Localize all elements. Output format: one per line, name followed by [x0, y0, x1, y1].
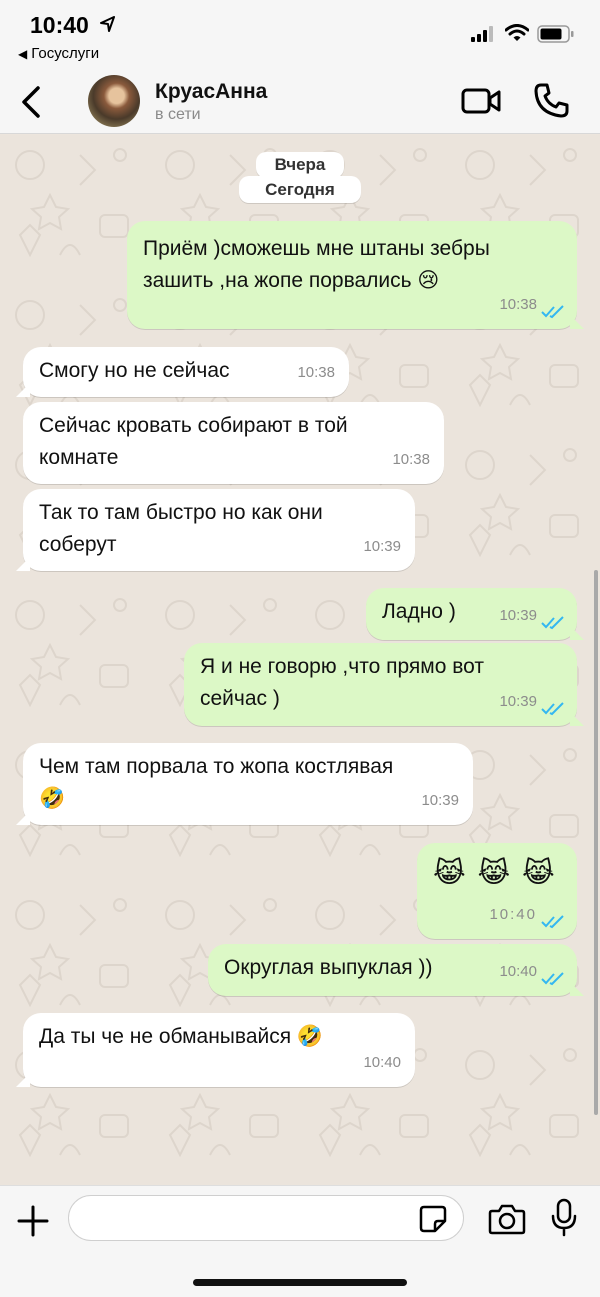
input-bar: [0, 1185, 600, 1297]
message-time: 10:38: [499, 296, 537, 313]
message-text: 🤣: [39, 787, 66, 810]
message-incoming[interactable]: Сейчас кровать собирают в той комнате 10…: [23, 402, 444, 484]
signal-icon: [471, 26, 493, 42]
message-outgoing[interactable]: Приём )сможешь мне штаны зебры зашить ,н…: [127, 221, 584, 329]
message-text: комнате: [39, 446, 119, 469]
double-check-icon: [541, 702, 564, 716]
date-label-today: Сегодня: [239, 176, 361, 203]
message-incoming[interactable]: Да ты че не обманывайся 🤣 10:40: [16, 1013, 415, 1087]
chat-scrollbar[interactable]: [594, 570, 598, 1115]
microphone-icon[interactable]: [550, 1198, 578, 1238]
message-time: 10:39: [499, 693, 537, 710]
battery-icon: [537, 25, 574, 43]
message-time: 10:40: [363, 1054, 401, 1071]
message-time: 10:39: [499, 607, 537, 624]
home-indicator: [193, 1279, 407, 1286]
message-text: Сейчас кровать собирают в той: [39, 414, 348, 437]
message-text: Смогу но не сейчас: [39, 359, 230, 382]
message-text: Да ты че не обманывайся 🤣: [39, 1025, 324, 1048]
double-check-icon: [541, 915, 564, 929]
sticker-icon[interactable]: [418, 1204, 448, 1234]
message-text: Так то там быстро но как они: [39, 501, 323, 524]
video-camera-icon[interactable]: [460, 84, 502, 118]
message-text: Я и не говорю ,что прямо вот: [200, 655, 484, 678]
double-check-icon: [541, 972, 564, 986]
message-text: 😹 😹 😹: [433, 857, 557, 888]
chat-header: КруасАнна в сети: [0, 70, 600, 134]
message-outgoing[interactable]: Я и не говорю ,что прямо вот сейчас ) 10…: [184, 643, 584, 726]
message-incoming[interactable]: Так то там быстро но как они соберут 10:…: [16, 489, 415, 571]
date-label-yesterday: Вчера: [256, 152, 344, 178]
contact-status: в сети: [155, 106, 201, 123]
status-time: 10:40: [30, 12, 89, 38]
message-time: 10:39: [363, 538, 401, 555]
status-bar: 10:40 ◀ Госуслуги: [0, 0, 600, 70]
plus-icon[interactable]: [16, 1204, 50, 1238]
message-text: зашить ,на жопе порвались 😢: [143, 269, 440, 292]
back-to-app-link[interactable]: ◀ Госуслуги: [18, 45, 99, 62]
wifi-icon: [505, 24, 529, 41]
message-input[interactable]: [68, 1195, 464, 1241]
message-text: Чем там порвала то жопа костлявая: [39, 755, 394, 778]
contact-name[interactable]: КруасАнна: [155, 80, 267, 104]
message-time: 10:38: [392, 451, 430, 468]
message-outgoing[interactable]: 😹 😹 😹 10:40: [417, 843, 577, 939]
message-time: 10:40: [499, 963, 537, 980]
double-check-icon: [541, 305, 564, 319]
chat-area[interactable]: Вчера Сегодня Приём )сможешь мне штаны з…: [0, 135, 600, 1185]
message-time: 10:40: [489, 906, 537, 923]
back-chevron-icon[interactable]: [14, 82, 50, 122]
location-arrow-icon: [100, 16, 115, 32]
phone-icon[interactable]: [532, 82, 570, 120]
message-text: соберут: [39, 533, 117, 556]
back-triangle-icon: ◀: [18, 47, 28, 61]
message-incoming[interactable]: Чем там порвала то жопа костлявая 🤣 10:3…: [16, 743, 473, 825]
message-outgoing[interactable]: Ладно ) 10:39: [366, 588, 584, 640]
camera-icon[interactable]: [488, 1202, 526, 1236]
message-text: Приём )сможешь мне штаны зебры: [143, 237, 490, 260]
message-outgoing[interactable]: Округлая выпуклая )) 10:40: [208, 944, 584, 996]
message-time: 10:39: [421, 792, 459, 809]
message-incoming[interactable]: Смогу но не сейчас 10:38: [16, 347, 349, 397]
double-check-icon: [541, 616, 564, 630]
contact-avatar[interactable]: [88, 75, 140, 127]
message-time: 10:38: [297, 364, 335, 381]
back-app-label: Госуслуги: [31, 45, 100, 62]
